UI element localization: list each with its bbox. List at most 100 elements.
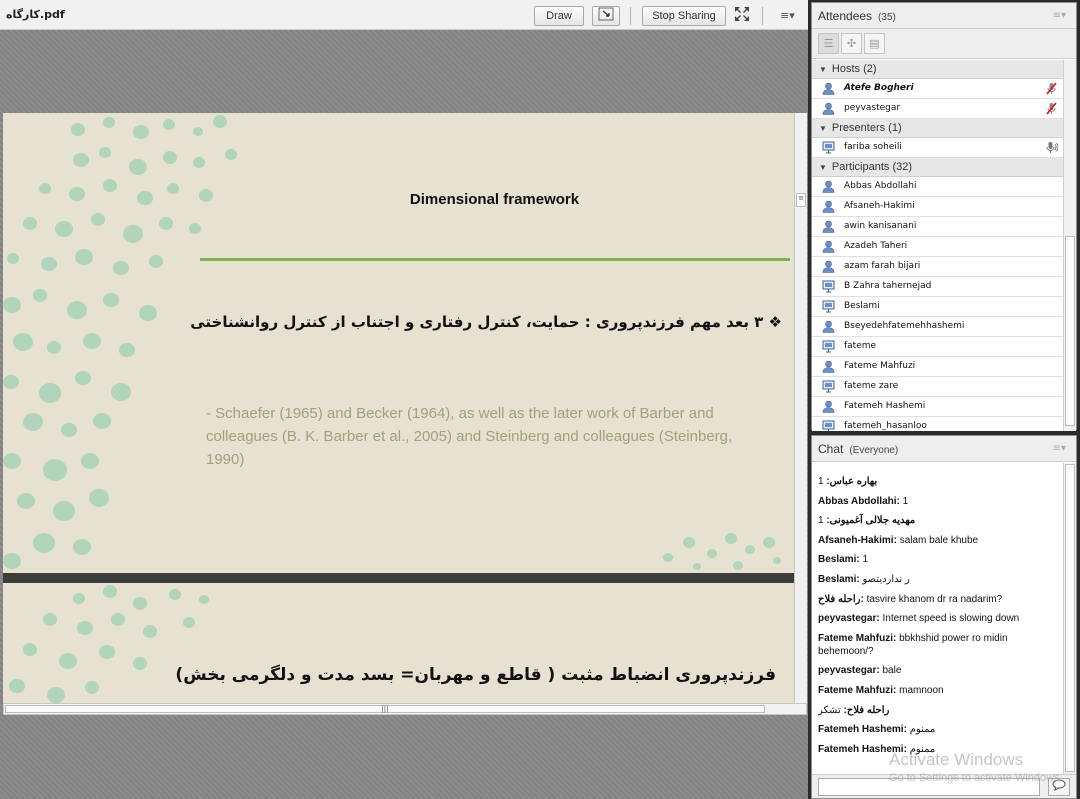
draw-button[interactable]: Draw: [534, 6, 584, 26]
scroll-thumb[interactable]: ≡: [796, 193, 806, 207]
chat-message: مهدیه جلالی آغمیونی: 1: [818, 515, 916, 527]
slide-horizontal-scrollbar[interactable]: |||: [3, 703, 807, 715]
chat-sender: peyvastegar: [818, 665, 877, 677]
attendee-row[interactable]: awin kanisanani: [812, 217, 1064, 237]
scroll-thumb[interactable]: [1065, 464, 1075, 772]
attendee-name: peyvastegar: [844, 103, 901, 113]
attendee-row[interactable]: peyvastegar: [812, 99, 1064, 119]
pointer-icon: [598, 7, 614, 21]
pointer-button[interactable]: [592, 6, 620, 26]
decorative-dot: [75, 249, 93, 266]
toolbar-divider: [762, 7, 763, 25]
decorative-dot: [103, 293, 119, 308]
decorative-dot: [103, 179, 117, 192]
list-view-icon[interactable]: ☰: [818, 33, 839, 54]
chat-text: 1: [902, 495, 909, 507]
attendee-row[interactable]: Afsaneh-Hakimi: [812, 197, 1064, 217]
chat-sender: راحله فلاح: [818, 593, 861, 605]
scroll-thumb[interactable]: [1065, 236, 1075, 426]
user-icon: [822, 82, 835, 95]
decorative-dot: [99, 645, 115, 660]
decorative-dot: [3, 453, 21, 470]
decorative-dot: [745, 545, 755, 554]
chat-scrollbar[interactable]: [1063, 463, 1076, 775]
mic-off-icon[interactable]: [1045, 82, 1058, 95]
attendee-list: ▼ Hosts (2) Atefe Bogheri peyvastegar ▼ Prese…: [812, 60, 1064, 431]
attendee-row[interactable]: Bseyedehfatemehhashemi: [812, 317, 1064, 337]
share-stage: Dimensional framework ❖ ۳ بعد مهم فرزندپ…: [0, 30, 808, 799]
attendee-name: B Zahra tahernejad: [844, 281, 932, 291]
decorative-dot: [733, 561, 743, 570]
attendee-row[interactable]: Azadeh Taheri: [812, 237, 1064, 257]
status-view-icon[interactable]: ▤: [864, 33, 885, 54]
decorative-dot: [103, 117, 115, 128]
attendee-name: Beslami: [844, 301, 880, 311]
attendee-row[interactable]: Abbas Abdollahi: [812, 177, 1064, 197]
attendee-group-header[interactable]: ▼ Participants (32): [812, 158, 1064, 177]
pod-menu-icon[interactable]: ≡▾: [1053, 443, 1066, 454]
attendee-group-header[interactable]: ▼ Hosts (2): [812, 60, 1064, 79]
user-icon: [822, 200, 835, 213]
attendee-row[interactable]: fateme zare: [812, 377, 1064, 397]
decorative-dot: [53, 501, 75, 521]
decorative-dot: [77, 621, 93, 636]
attendee-row[interactable]: fariba soheili: [812, 138, 1064, 158]
chat-input[interactable]: [818, 778, 1040, 796]
decorative-dot: [725, 533, 737, 544]
decorative-dot: [7, 253, 19, 264]
attendee-row[interactable]: B Zahra tahernejad: [812, 277, 1064, 297]
presenter-icon: [822, 280, 835, 293]
decorative-dot: [159, 217, 173, 230]
presenter-icon: [822, 141, 835, 154]
attendee-group-header[interactable]: ▼ Presenters (1): [812, 119, 1064, 138]
chat-sender: peyvastegar: [818, 613, 877, 625]
attendee-row[interactable]: Beslami: [812, 297, 1064, 317]
collapse-arrow-icon[interactable]: ▼: [819, 163, 827, 172]
chat-sender: راحله فلاح: [846, 704, 890, 716]
decorative-dot: [23, 643, 37, 656]
chat-pod: Chat (Everyone) ≡▾ بهاره عباس: 1 Abbas Abd…: [811, 435, 1077, 799]
attendee-name: fatemeh_hasanloo: [844, 421, 927, 431]
mic-off-icon[interactable]: [1045, 102, 1058, 115]
attendee-row[interactable]: azam farah bijari: [812, 257, 1064, 277]
decorative-dot: [3, 375, 19, 390]
decorative-dot: [59, 653, 77, 670]
user-icon: [822, 240, 835, 253]
chat-text: Internet speed is slowing down: [882, 613, 1020, 625]
share-menu-button[interactable]: ≡▾: [780, 9, 795, 22]
pod-menu-icon[interactable]: ≡▾: [1053, 10, 1066, 21]
decorative-dot: [55, 221, 73, 238]
attendee-scrollbar[interactable]: [1063, 60, 1076, 431]
attendee-row[interactable]: Atefe Bogheri: [812, 79, 1064, 99]
attendee-row[interactable]: fatemeh_hasanloo: [812, 417, 1064, 431]
decorative-dot: [149, 255, 163, 268]
breakout-view-icon[interactable]: ✣: [841, 33, 862, 54]
decorative-dot: [83, 333, 101, 350]
collapse-arrow-icon[interactable]: ▼: [819, 65, 827, 74]
mic-on-icon[interactable]: [1045, 141, 1059, 154]
chat-text: 1: [862, 554, 869, 566]
slide-vertical-scrollbar[interactable]: ≡: [794, 113, 807, 703]
fullscreen-button[interactable]: [732, 6, 752, 26]
chat-text: salam bale khube: [899, 534, 979, 546]
group-label: Hosts (2): [831, 63, 877, 75]
user-icon: [822, 102, 835, 115]
decorative-dot: [81, 453, 99, 470]
send-button[interactable]: [1048, 778, 1070, 796]
slide-title: Dimensional framework: [409, 191, 580, 208]
attendee-row[interactable]: Fatemeh Hashemi: [812, 397, 1064, 417]
chat-sender: Fatemeh Hashemi: [818, 724, 904, 736]
stop-sharing-button[interactable]: Stop Sharing: [642, 6, 726, 26]
attendee-row[interactable]: Fateme Mahfuzi: [812, 357, 1064, 377]
chat-sender: Fatemeh Hashemi: [818, 743, 904, 755]
decorative-dot: [183, 617, 195, 628]
attendee-row[interactable]: fateme: [812, 337, 1064, 357]
chat-message: Fateme Mahfuzi: mamnoon: [818, 684, 944, 696]
attendees-count: (35): [878, 12, 896, 23]
decorative-dot: [111, 613, 125, 626]
decorative-dot: [707, 549, 717, 558]
scroll-thumb[interactable]: |||: [5, 705, 765, 713]
decorative-dot: [73, 153, 89, 168]
decorative-dot: [663, 553, 673, 562]
collapse-arrow-icon[interactable]: ▼: [819, 124, 827, 133]
